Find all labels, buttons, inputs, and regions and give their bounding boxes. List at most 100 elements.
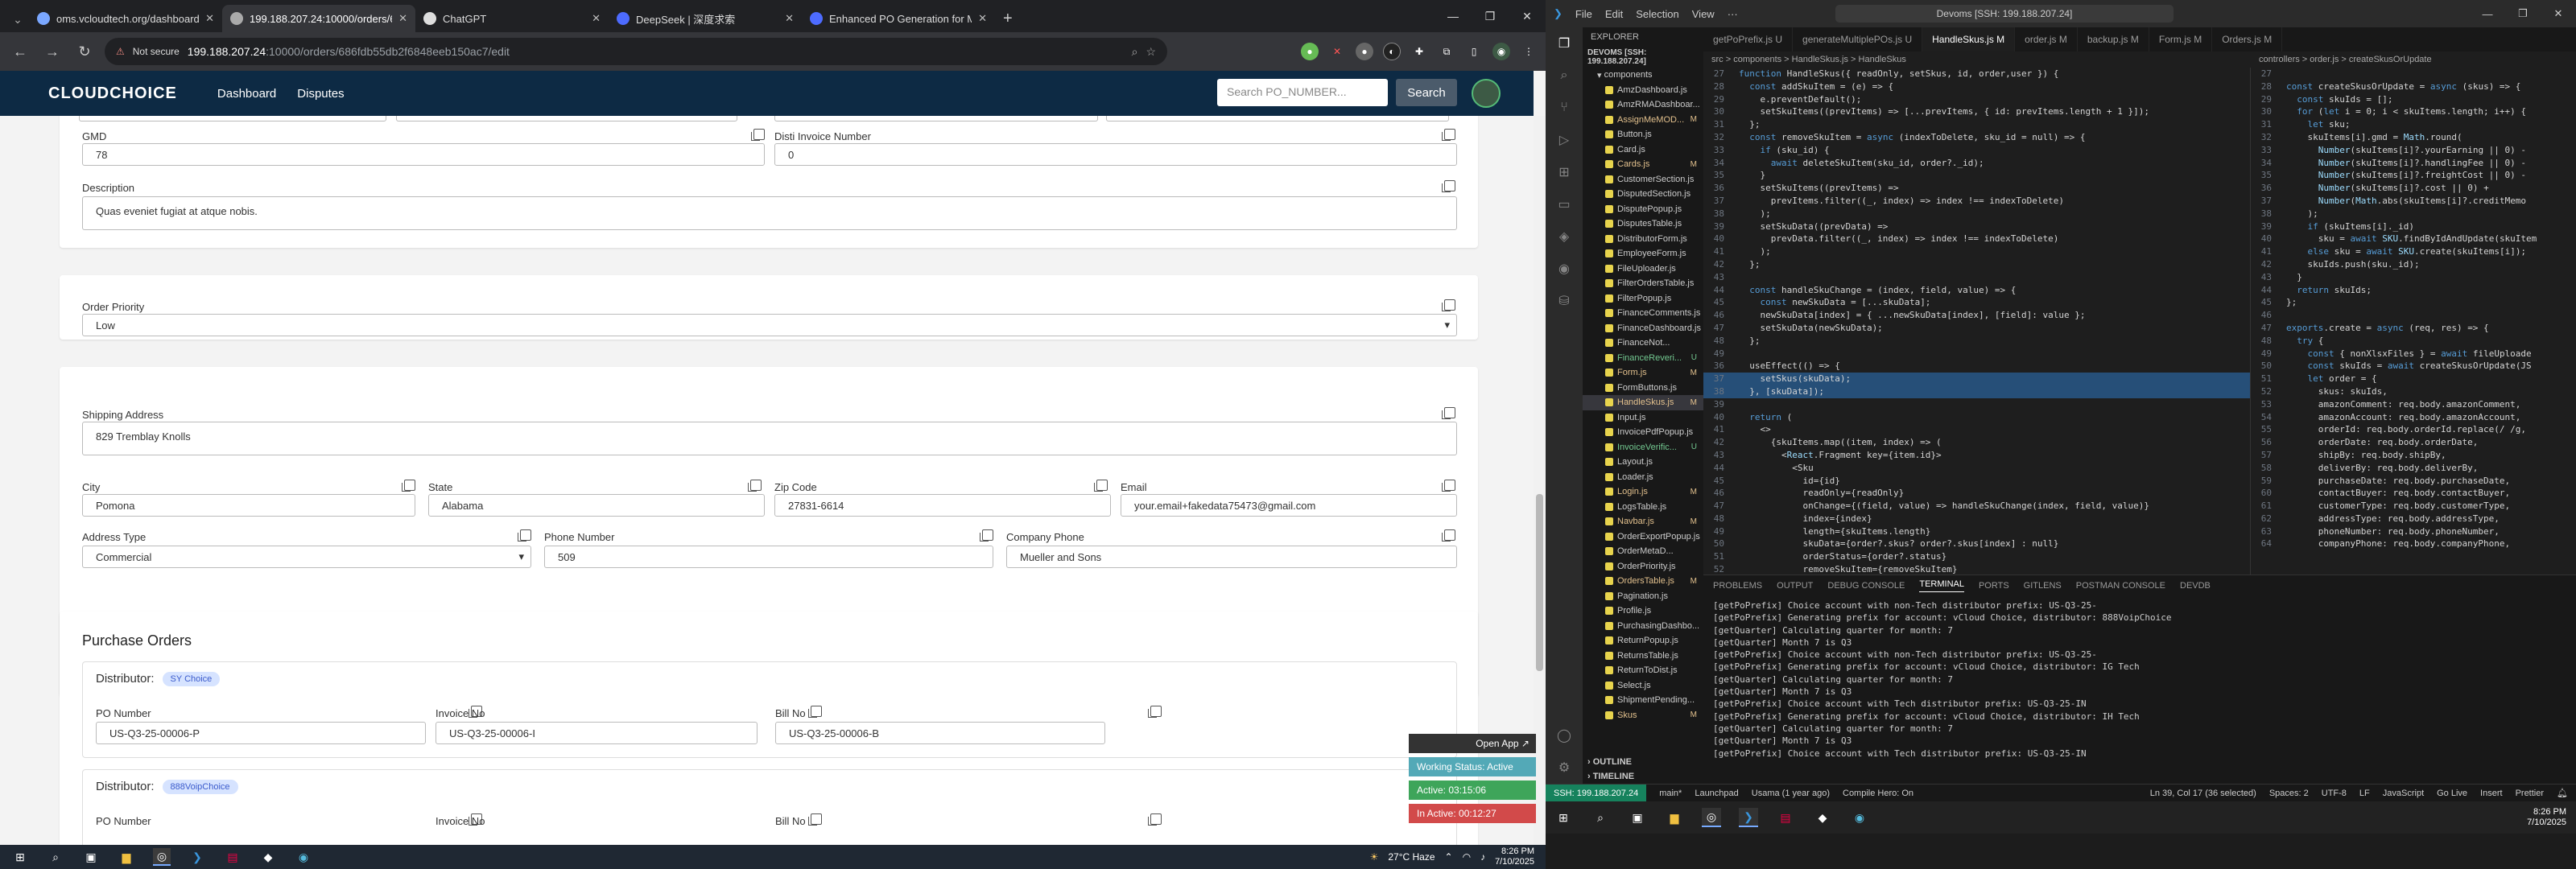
explorer-file[interactable]: FinanceNot...	[1583, 336, 1703, 351]
explorer-file[interactable]: ReturnToDist.js	[1583, 663, 1703, 678]
copy-icon[interactable]	[402, 480, 415, 492]
browser-tab-active[interactable]: 199.188.207.24:10000/orders/6 ✕	[222, 5, 415, 32]
code-line[interactable]: 39	[1703, 398, 2250, 411]
explorer-file[interactable]: Input.js	[1583, 410, 1703, 426]
security-label[interactable]: Not secure	[133, 46, 180, 57]
explorer-file[interactable]: Form.js M	[1583, 365, 1703, 381]
copy-icon[interactable]	[751, 129, 765, 141]
extension-icon[interactable]: ●	[1301, 43, 1319, 60]
not-secure-icon[interactable]: ⚠	[116, 46, 125, 57]
explorer-file[interactable]: Skus M	[1583, 708, 1703, 723]
app-logo[interactable]: CLOUDCHOICE	[48, 84, 177, 103]
clock[interactable]: 8:26 PM 7/10/2025	[1495, 846, 1534, 867]
code-line[interactable]: 46 readOnly={readOnly}	[1703, 487, 2250, 500]
extension-icon[interactable]: ◐	[1383, 43, 1401, 60]
code-line[interactable]: 39 if (skuItems[i]._id)	[2251, 220, 2576, 233]
app-icon[interactable]: ▤	[224, 848, 242, 866]
explorer-file[interactable]: DisputePopup.js	[1583, 202, 1703, 217]
code-line[interactable]: 44 <Sku	[1703, 462, 2250, 475]
close-tab-icon[interactable]: ✕	[398, 12, 407, 25]
windows-start-icon[interactable]: ⊞	[1554, 808, 1573, 827]
code-line[interactable]: 29 e.preventDefault();	[1703, 93, 2250, 106]
avatar[interactable]	[1472, 79, 1501, 108]
copy-icon[interactable]	[808, 706, 822, 718]
code-line[interactable]: 48 try {	[2251, 335, 2576, 348]
code-line[interactable]: 35 Number(skuItems[i]?.freightCost || 0)…	[2251, 169, 2576, 182]
explorer-file[interactable]: FilterPopup.js	[1583, 291, 1703, 307]
code-line[interactable]: 41 <>	[1703, 423, 2250, 436]
code-line[interactable]: 52 skus: skuIds,	[2251, 385, 2576, 398]
git-branch[interactable]: main*	[1659, 789, 1682, 798]
code-line[interactable]: 28 const createSkusOrUpdate = async (skus…	[2251, 80, 2576, 93]
explorer-file[interactable]: AmzDashboard.js	[1583, 83, 1703, 98]
code-line[interactable]: 38 );	[2251, 208, 2576, 220]
go-live[interactable]: Go Live	[2437, 789, 2467, 798]
code-line[interactable]: 41 );	[1703, 245, 2250, 258]
code-line[interactable]: 46 newSkuData[index] = { ...newSkuData[i…	[1703, 309, 2250, 322]
code-line[interactable]: 32 const removeSkuItem = async (indexToD…	[1703, 131, 2250, 144]
compile-hero[interactable]: Compile Hero: On	[1843, 789, 1913, 798]
code-line[interactable]: 36 Number(skuItems[i]?.cost || 0) +	[2251, 182, 2576, 195]
prev-field[interactable]	[396, 116, 737, 121]
code-line[interactable]: 52 removeSkuItem={removeSkuItem}	[1703, 563, 2250, 575]
code-line[interactable]: 40 return (	[1703, 411, 2250, 424]
explorer-file[interactable]: Loader.js	[1583, 470, 1703, 485]
editor-tab[interactable]: backup.js M	[2078, 27, 2149, 51]
maximize-icon[interactable]: ❐	[2505, 0, 2541, 27]
gitlens-icon[interactable]: ◈	[1546, 220, 1583, 253]
editor-tab[interactable]: getPoPrefix.js U	[1703, 27, 1794, 51]
code-line[interactable]: 33 if (sku_id) {	[1703, 144, 2250, 157]
copy-icon[interactable]	[980, 529, 993, 542]
copy-icon[interactable]	[1148, 706, 1162, 718]
explorer-file[interactable]: FinanceDashboard.js	[1583, 321, 1703, 336]
code-line[interactable]: 32 skuItems[i].gmd = Math.round(	[2251, 131, 2576, 144]
company-phone-input[interactable]: Mueller and Sons	[1006, 546, 1457, 568]
explorer-file[interactable]: ReturnPopup.js	[1583, 633, 1703, 649]
code-line[interactable]: 47 exports.create = async (req, res) => {	[2251, 322, 2576, 335]
code-line[interactable]: 44 return skuIds;	[2251, 284, 2576, 297]
explorer-file[interactable]: FormButtons.js	[1583, 381, 1703, 396]
open-app-button[interactable]: Open App ↗	[1409, 734, 1536, 753]
close-tab-icon[interactable]: ✕	[978, 12, 987, 25]
maximize-icon[interactable]: ❐	[1472, 0, 1509, 32]
code-line[interactable]: 49 length={skuItems.length}	[1703, 525, 2250, 538]
code-line[interactable]: 56 orderDate: req.body.orderDate,	[2251, 436, 2576, 449]
remote-indicator[interactable]: SSH: 199.188.207.24	[1546, 784, 1647, 802]
explorer-file[interactable]: InvoiceVerific... U	[1583, 440, 1703, 455]
code-line[interactable]: 53 amazonComment: req.body.amazonComment…	[2251, 398, 2576, 411]
language-mode[interactable]: JavaScript	[2383, 789, 2424, 798]
code-line[interactable]: 62 addressType: req.body.addressType,	[2251, 513, 2576, 525]
app-icon[interactable]: ◆	[1813, 808, 1832, 827]
tab-search-icon[interactable]: ⌄	[6, 6, 29, 32]
close-window-icon[interactable]: ✕	[2541, 0, 2576, 27]
remote-explorer-icon[interactable]: ▭	[1546, 188, 1583, 220]
file-explorer-icon[interactable]: ▆	[118, 848, 135, 866]
explorer-file[interactable]: Navbar.js M	[1583, 514, 1703, 529]
code-line[interactable]: 43	[1703, 271, 2250, 284]
code-line[interactable]: 30 for (let i = 0; i < skuItems.length; …	[2251, 105, 2576, 118]
wifi-icon[interactable]: ◠	[1463, 851, 1471, 863]
weather-text[interactable]: 27°C Haze	[1388, 851, 1435, 863]
code-line[interactable]: 37 setSkus(skuData);	[1703, 373, 2250, 385]
code-line[interactable]: 63 phoneNumber: req.body.phoneNumber,	[2251, 525, 2576, 538]
code-line[interactable]: 40 sku = await SKU.findByIdAndUpdate(sku…	[2251, 233, 2576, 245]
copy-icon[interactable]	[1442, 480, 1455, 492]
invoice-no-input[interactable]: US-Q3-25-00006-I	[436, 722, 758, 744]
code-line[interactable]: 42 {skuItems.map((item, index) => (	[1703, 436, 2250, 449]
panel-tab[interactable]: POSTMAN CONSOLE	[2076, 581, 2165, 591]
indentation[interactable]: Spaces: 2	[2269, 789, 2309, 798]
code-line[interactable]: 38 );	[1703, 208, 2250, 220]
city-input[interactable]: Pomona	[82, 494, 415, 517]
explorer-file[interactable]: PurchasingDashbo...	[1583, 619, 1703, 634]
code-line[interactable]: 54 amazonAccount: req.body.amazonAccount…	[2251, 411, 2576, 424]
code-line[interactable]: 44 const handleSkuChange = (index, field…	[1703, 284, 2250, 297]
editor-tab[interactable]: order.js M	[2015, 27, 2078, 51]
editor-tab[interactable]: Form.js M	[2149, 27, 2213, 51]
order-priority-select[interactable]: Low	[82, 314, 1457, 336]
extension-icon[interactable]: ●	[1356, 43, 1373, 60]
code-line[interactable]: 37 Number(Math.abs(skuItems[i]?.creditMe…	[2251, 195, 2576, 208]
prettier[interactable]: Prettier	[2516, 789, 2544, 798]
po-number-input[interactable]: US-Q3-25-00006-P	[96, 722, 426, 744]
code-line[interactable]: 58 deliverBy: req.body.deliverBy,	[2251, 462, 2576, 475]
outline-section[interactable]: › OUTLINE	[1583, 755, 1703, 770]
